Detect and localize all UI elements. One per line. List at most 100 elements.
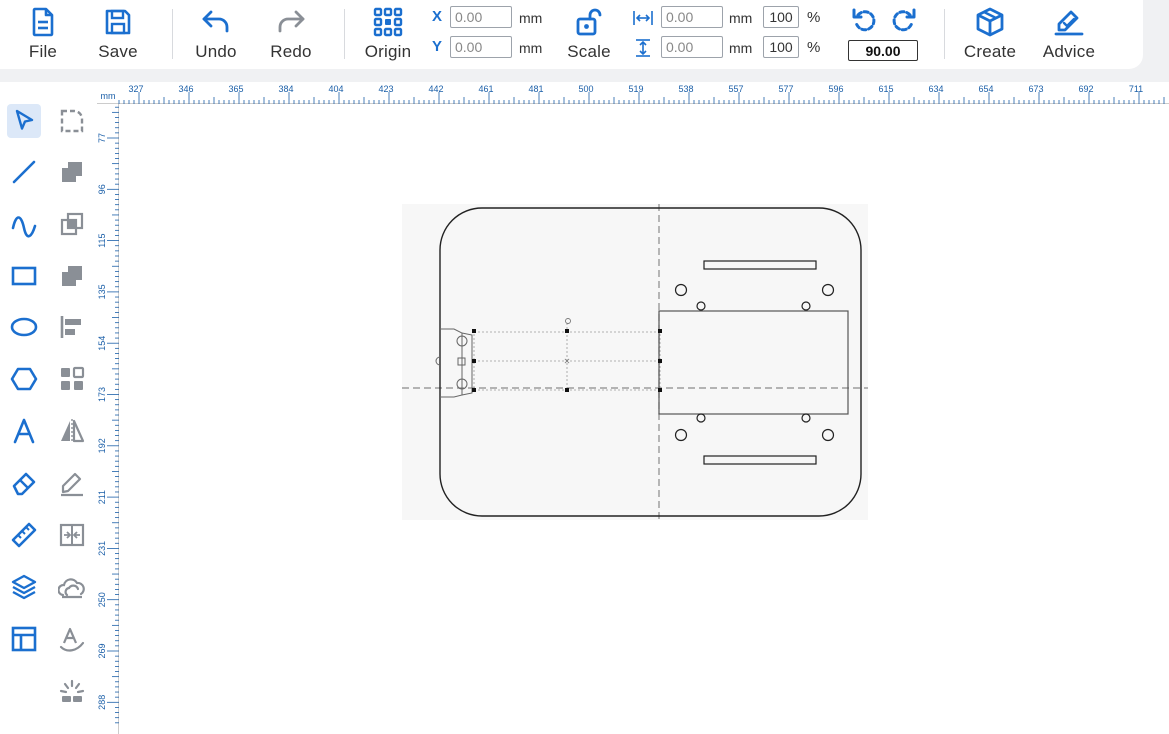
left-clip-part[interactable] bbox=[435, 328, 473, 398]
eraser-tool[interactable] bbox=[7, 466, 41, 500]
advice-label: Advice bbox=[1042, 42, 1096, 61]
height-unit: mm bbox=[729, 40, 753, 56]
trace-tool[interactable] bbox=[55, 466, 89, 500]
create-label: Create bbox=[963, 42, 1017, 61]
scale-label: Scale bbox=[567, 42, 611, 61]
ruler-label: 461 bbox=[478, 84, 493, 94]
node-edit-tool[interactable] bbox=[55, 104, 89, 138]
inner-panel[interactable] bbox=[658, 310, 849, 415]
horizontal-ruler[interactable]: 327 346 365 384 404 423 442 461 481 500 519 538 557 5… bbox=[97, 82, 1169, 104]
create-button[interactable]: Create bbox=[960, 6, 1020, 66]
advice-button[interactable]: Advice bbox=[1038, 6, 1100, 66]
ruler-label: 173 bbox=[97, 387, 107, 402]
outline-tool[interactable] bbox=[55, 570, 89, 604]
path-text-icon bbox=[59, 627, 85, 652]
origin-label: Origin bbox=[364, 42, 412, 61]
union-tool[interactable] bbox=[55, 155, 89, 189]
y-position-input[interactable]: 0.00 bbox=[450, 36, 512, 58]
path-text-tool[interactable] bbox=[55, 622, 89, 656]
save-label: Save bbox=[98, 42, 138, 61]
ruler-label: 557 bbox=[728, 84, 743, 94]
polygon-tool[interactable] bbox=[7, 362, 41, 396]
origin-button[interactable]: Origin bbox=[359, 6, 417, 66]
file-label: File bbox=[28, 42, 58, 61]
eraser-icon bbox=[12, 472, 36, 496]
save-button[interactable]: Save bbox=[95, 6, 141, 66]
selection-box[interactable] bbox=[472, 318, 662, 393]
align-left-icon bbox=[60, 316, 81, 338]
ruler-label: 384 bbox=[278, 84, 293, 94]
layers-tool[interactable] bbox=[7, 570, 41, 604]
ruler-label: 154 bbox=[97, 336, 107, 351]
curve-tool[interactable] bbox=[7, 207, 41, 241]
ruler-icon bbox=[11, 522, 37, 548]
toolbar-divider bbox=[944, 9, 945, 59]
undo-label: Undo bbox=[195, 42, 237, 61]
ruler-label: 692 bbox=[1078, 84, 1093, 94]
ellipse-icon bbox=[10, 317, 38, 337]
ruler-label: 634 bbox=[928, 84, 943, 94]
box-3d-icon bbox=[976, 7, 1004, 37]
file-button[interactable]: File bbox=[20, 6, 66, 66]
ruler-label: 231 bbox=[97, 541, 107, 556]
bottom-slot[interactable] bbox=[703, 455, 817, 465]
line-tool[interactable] bbox=[7, 155, 41, 189]
scale-lock-button[interactable]: Scale bbox=[563, 6, 615, 66]
group-tool[interactable] bbox=[55, 362, 89, 396]
ellipse-tool[interactable] bbox=[7, 310, 41, 344]
ruler-label: 442 bbox=[428, 84, 443, 94]
layout-panel-icon bbox=[11, 626, 37, 652]
board-outline[interactable] bbox=[439, 207, 862, 517]
height-percent-sign: % bbox=[807, 39, 821, 56]
grid-squares-icon bbox=[61, 366, 85, 390]
rectangle-tool[interactable] bbox=[7, 259, 41, 293]
height-percent-input[interactable]: 100 bbox=[763, 36, 799, 58]
dashed-node-icon bbox=[60, 109, 84, 133]
ruler-label: 250 bbox=[97, 592, 107, 607]
horizontal-ruler-ticks: 327 346 365 384 404 423 442 461 481 500 519 538 557 5… bbox=[118, 84, 1165, 104]
measure-tool[interactable] bbox=[7, 518, 41, 552]
width-unit: mm bbox=[729, 10, 753, 26]
cursor-arrow-icon bbox=[15, 109, 34, 130]
height-input[interactable]: 0.00 bbox=[661, 36, 723, 58]
width-percent-input[interactable]: 100 bbox=[763, 6, 799, 28]
width-input[interactable]: 0.00 bbox=[661, 6, 723, 28]
width-arrows-icon bbox=[633, 11, 653, 25]
subtract-icon bbox=[62, 266, 82, 286]
top-toolbar: File Save Undo Redo Origin X 0.00 mm Y 0… bbox=[0, 0, 1169, 82]
select-tool[interactable] bbox=[7, 104, 41, 138]
rotate-ccw-icon[interactable] bbox=[850, 6, 880, 36]
redo-button[interactable]: Redo bbox=[265, 6, 317, 66]
intersect-tool[interactable] bbox=[55, 207, 89, 241]
width-percent-sign: % bbox=[807, 9, 821, 26]
rotation-angle-input[interactable]: 90.00 bbox=[848, 40, 918, 61]
mirror-tool[interactable] bbox=[55, 414, 89, 448]
ruler-label: 519 bbox=[628, 84, 643, 94]
undo-icon bbox=[202, 10, 229, 33]
laser-design-app: File Save Undo Redo Origin X 0.00 mm Y 0… bbox=[0, 0, 1169, 734]
distribute-tool[interactable] bbox=[55, 518, 89, 552]
curve-wave-icon bbox=[11, 216, 37, 238]
layout-tool[interactable] bbox=[7, 622, 41, 656]
ruler-label: 615 bbox=[878, 84, 893, 94]
mounting-holes bbox=[674, 283, 835, 442]
text-tool[interactable] bbox=[7, 414, 41, 448]
undo-button[interactable]: Undo bbox=[190, 6, 242, 66]
rectangle-icon bbox=[11, 266, 37, 286]
ruler-label: 346 bbox=[178, 84, 193, 94]
vertical-ruler[interactable]: 77961151351541731922112312502692888 bbox=[97, 104, 119, 734]
ruler-label: 423 bbox=[378, 84, 393, 94]
rotate-handle-icon[interactable] bbox=[565, 318, 571, 324]
x-position-input[interactable]: 0.00 bbox=[450, 6, 512, 28]
ruler-label: 96 bbox=[97, 184, 107, 194]
toolbar-panel: File Save Undo Redo Origin X 0.00 mm Y 0… bbox=[0, 0, 1143, 69]
top-slot[interactable] bbox=[703, 260, 817, 270]
rotate-cw-icon[interactable] bbox=[888, 6, 918, 36]
laser-tool[interactable] bbox=[55, 674, 89, 708]
redo-label: Redo bbox=[270, 42, 312, 61]
height-arrows-icon bbox=[636, 39, 650, 57]
align-tool[interactable] bbox=[55, 310, 89, 344]
y-unit: mm bbox=[519, 40, 543, 56]
design-canvas[interactable] bbox=[120, 105, 1169, 734]
subtract-tool[interactable] bbox=[55, 259, 89, 293]
